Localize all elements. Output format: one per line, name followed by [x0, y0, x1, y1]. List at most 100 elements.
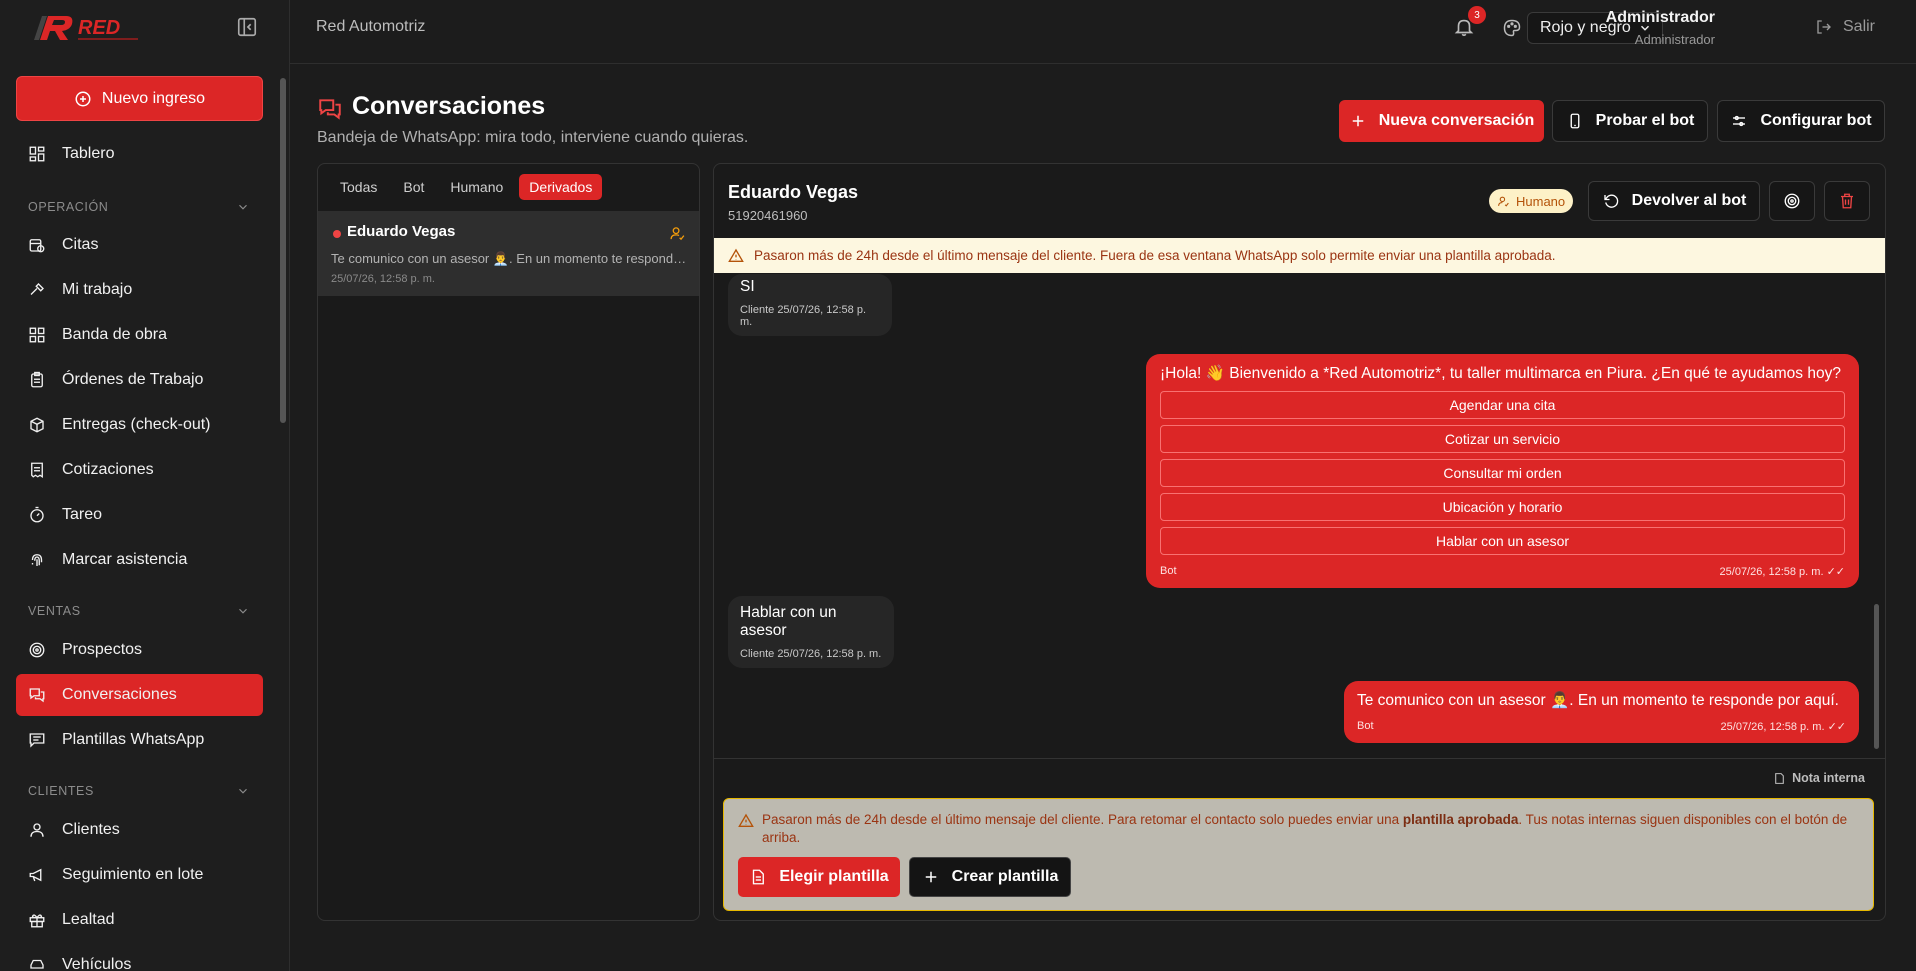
dashboard-icon: [29, 146, 45, 162]
message-bubble-bot: ¡Hola! 👋 Bienvenido a *Red Automotriz*, …: [1146, 354, 1859, 588]
logout-icon: [1817, 20, 1831, 34]
sidebar-item-cotizaciones[interactable]: Cotizaciones: [16, 449, 263, 491]
template-required-notice: Pasaron más de 24h desde el último mensa…: [723, 798, 1874, 911]
create-template-button[interactable]: Crear plantilla: [909, 857, 1071, 897]
message-meta: Bot 25/07/26, 12:58 p. m. ✓✓: [1160, 565, 1845, 578]
sidebar-item-label: Lealtad: [62, 911, 115, 928]
message-text: ¡Hola! 👋 Bienvenido a *Red Automotriz*, …: [1160, 365, 1841, 382]
test-bot-label: Probar el bot: [1595, 112, 1695, 129]
filter-tabs: Todas Bot Humano Derivados: [330, 174, 603, 200]
quick-reply-button[interactable]: Agendar una cita: [1160, 391, 1845, 419]
tab-bot[interactable]: Bot: [393, 174, 434, 200]
internal-note-label: Nota interna: [1792, 771, 1865, 785]
sidebar-item-conversaciones[interactable]: Conversaciones: [16, 674, 263, 716]
mode-badge: Humano: [1489, 189, 1574, 213]
delete-conversation-button[interactable]: [1824, 181, 1870, 221]
section-operacion[interactable]: OPERACIÓN: [28, 200, 250, 214]
user-handoff-icon: [669, 225, 686, 242]
package-icon: [30, 417, 44, 433]
message-text: Hablar con un asesor: [740, 604, 837, 639]
sidebar-item-seguimiento[interactable]: Seguimiento en lote: [16, 854, 263, 896]
logout-label: Salir: [1843, 18, 1876, 35]
trash-icon: [1841, 193, 1853, 209]
test-bot-button[interactable]: Probar el bot: [1552, 100, 1708, 142]
sidebar-scrollbar[interactable]: [280, 78, 286, 423]
quick-reply-button[interactable]: Consultar mi orden: [1160, 459, 1845, 487]
conversation-name: Eduardo Vegas: [347, 223, 456, 240]
sidebar-item-asistencia[interactable]: Marcar asistencia: [16, 539, 263, 581]
sidebar-item-plantillas[interactable]: Plantillas WhatsApp: [16, 719, 263, 761]
sidebar-item-prospectos[interactable]: Prospectos: [16, 629, 263, 671]
quick-reply-button[interactable]: Ubicación y horario: [1160, 493, 1845, 521]
sidebar-item-citas[interactable]: Citas: [16, 224, 263, 266]
phone-icon: [1570, 113, 1580, 129]
notification-badge: 3: [1468, 6, 1486, 24]
sidebar-item-banda-de-obra[interactable]: Banda de obra: [16, 314, 263, 356]
sidebar-item-label: Tablero: [62, 145, 115, 162]
internal-note-button[interactable]: Nota interna: [1773, 771, 1865, 785]
megaphone-icon: [29, 868, 42, 882]
warning-triangle-icon: [728, 248, 744, 262]
sidebar-item-ordenes[interactable]: Órdenes de Trabajo: [16, 359, 263, 401]
return-to-bot-button[interactable]: Devolver al bot: [1588, 181, 1760, 221]
app-logo[interactable]: RED: [32, 10, 142, 48]
message-bubble-client: Hablar con un asesor Cliente 25/07/26, 1…: [728, 596, 894, 668]
choose-template-button[interactable]: Elegir plantilla: [738, 857, 900, 897]
sidebar-item-label: Cotizaciones: [62, 461, 154, 478]
gift-icon: [29, 914, 45, 928]
tab-derivados[interactable]: Derivados: [519, 174, 603, 200]
conversation-time: 25/07/26, 12:58 p. m.: [331, 273, 435, 285]
message-meta: Bot 25/07/26, 12:58 p. m. ✓✓: [1357, 720, 1846, 733]
tab-humano[interactable]: Humano: [440, 174, 513, 200]
palette-icon: [1502, 18, 1522, 38]
chat-contact-name: Eduardo Vegas: [728, 182, 859, 202]
sidebar-item-vehiculos[interactable]: Vehículos: [16, 944, 263, 971]
section-label: CLIENTES: [28, 784, 94, 798]
collapse-sidebar-icon[interactable]: [236, 16, 258, 38]
chat-scrollbar[interactable]: [1874, 604, 1879, 749]
section-ventas[interactable]: VENTAS: [28, 604, 250, 618]
section-label: OPERACIÓN: [28, 200, 109, 214]
sidebar-item-label: Prospectos: [62, 641, 143, 658]
configure-bot-button[interactable]: Configurar bot: [1717, 100, 1885, 142]
composer-divider: [714, 758, 1885, 759]
message-sender: Bot: [1357, 720, 1374, 732]
sidebar-item-tareo[interactable]: Tareo: [16, 494, 263, 536]
unread-dot: [333, 230, 341, 238]
calendar-clock-icon: [29, 239, 45, 253]
message-sender: Cliente: [740, 304, 775, 316]
section-clientes[interactable]: CLIENTES: [28, 784, 250, 798]
sidebar-item-mi-trabajo[interactable]: Mi trabajo: [16, 269, 263, 311]
quick-reply-button[interactable]: Hablar con un asesor: [1160, 527, 1845, 555]
sidebar-item-clientes[interactable]: Clientes: [16, 809, 263, 851]
conversation-item[interactable]: Eduardo Vegas Te comunico con un asesor …: [318, 211, 699, 296]
fingerprint-icon: [31, 554, 43, 566]
message-meta: Cliente 25/07/26, 12:58 p. m.: [740, 304, 880, 328]
sidebar-item-label: Conversaciones: [62, 686, 177, 703]
sidebar-nav: Nuevo ingreso Tablero OPERACIÓN Citas Mi…: [0, 64, 290, 971]
chat-icon: [29, 688, 45, 703]
user-name: Administrador: [1605, 9, 1715, 26]
new-entry-button[interactable]: Nuevo ingreso: [16, 76, 263, 121]
user-icon: [30, 823, 44, 837]
quick-reply-button[interactable]: Cotizar un servicio: [1160, 425, 1845, 453]
mode-badge-label: Humano: [1516, 193, 1566, 209]
page-title: Conversaciones: [352, 92, 546, 120]
target-action-button[interactable]: [1769, 181, 1815, 221]
create-template-label: Crear plantilla: [951, 868, 1059, 885]
chevron-down-icon: [239, 788, 247, 794]
plus-icon: [1352, 115, 1363, 127]
sidebar-item-label: Citas: [62, 236, 99, 253]
user-check-icon: [1498, 196, 1509, 207]
sidebar-item-entregas[interactable]: Entregas (check-out): [16, 404, 263, 446]
logout-button[interactable]: Salir: [1815, 18, 1875, 36]
message-template-icon: [29, 733, 45, 748]
sidebar-item-lealtad[interactable]: Lealtad: [16, 899, 263, 941]
new-conversation-button[interactable]: Nueva conversación: [1339, 100, 1544, 142]
template-required-text: Pasaron más de 24h desde el último mensa…: [762, 811, 1862, 847]
message-bubble-client: SI Cliente 25/07/26, 12:58 p. m.: [728, 274, 892, 336]
sidebar-item-dashboard[interactable]: Tablero: [16, 133, 263, 175]
tab-todas[interactable]: Todas: [330, 174, 387, 200]
message-list: SI Cliente 25/07/26, 12:58 p. m. ¡Hola! …: [714, 274, 1885, 758]
sidebar-item-label: Vehículos: [62, 956, 132, 971]
